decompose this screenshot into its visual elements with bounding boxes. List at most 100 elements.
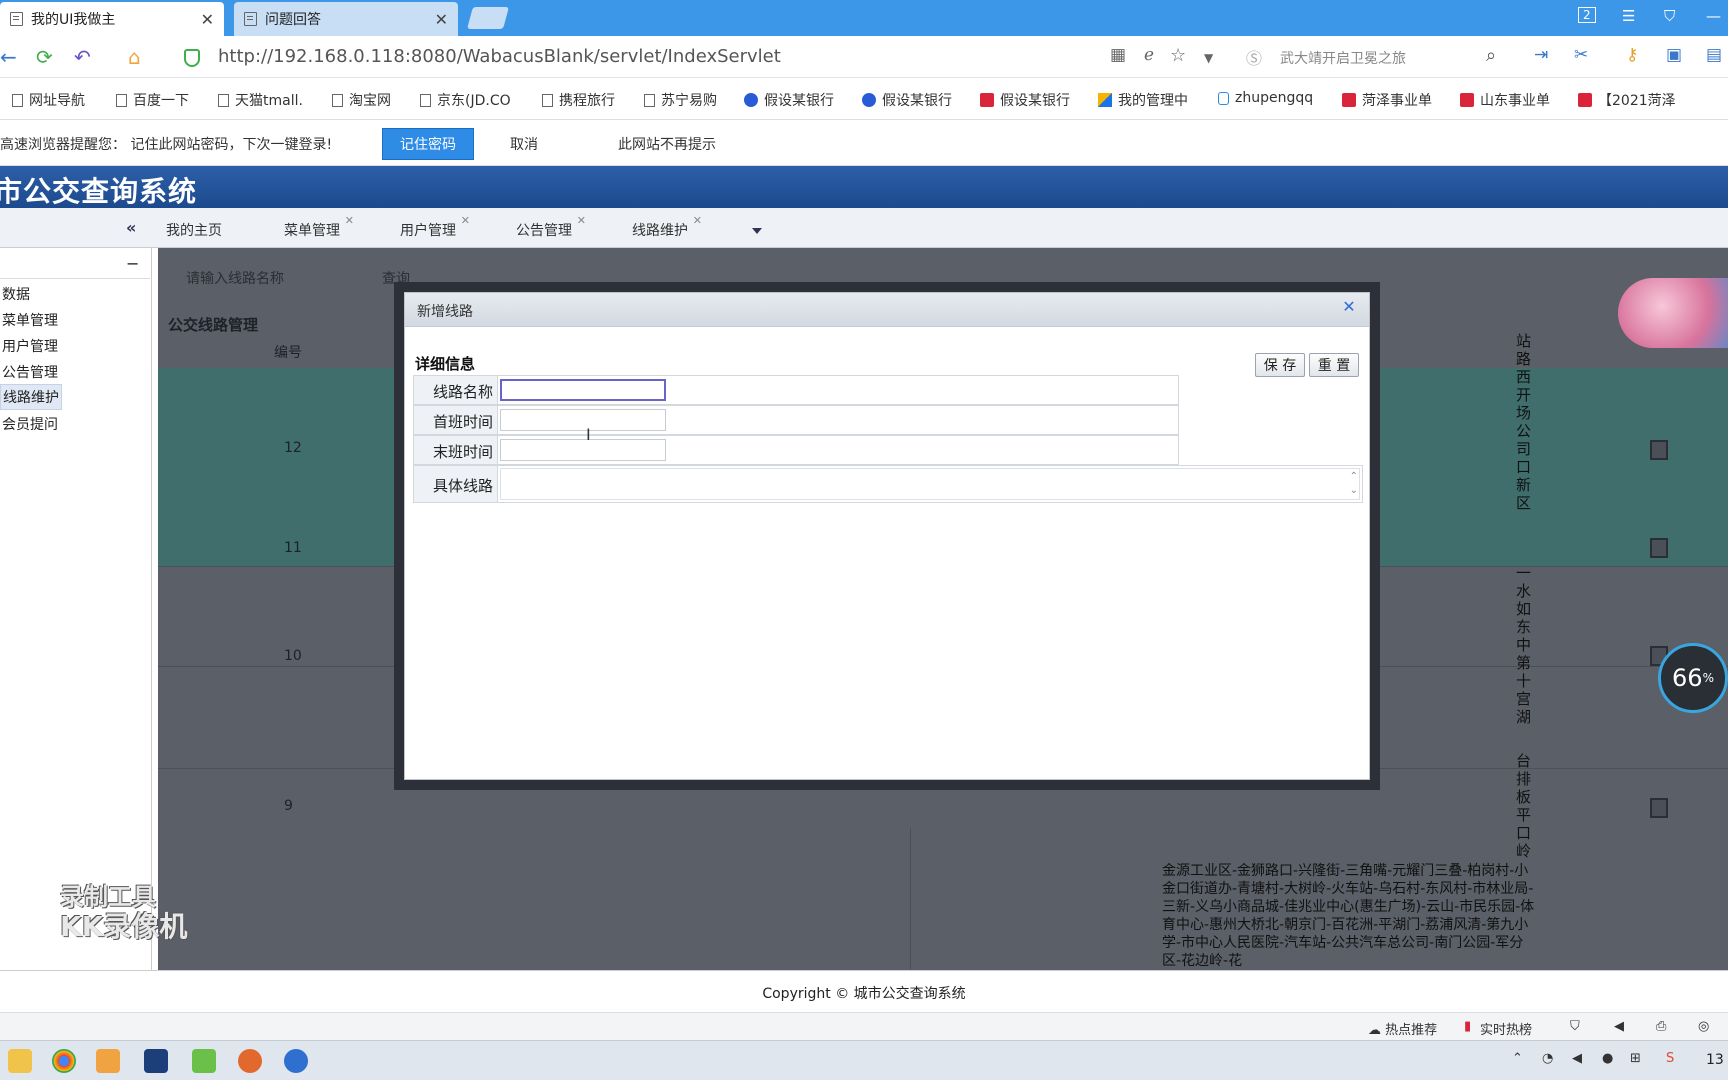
route-name-input[interactable] bbox=[500, 379, 666, 401]
speaker-icon[interactable]: ◀ bbox=[1572, 1051, 1582, 1066]
cancel-password-button[interactable]: 取消 bbox=[510, 134, 538, 154]
edit-icon[interactable] bbox=[1650, 440, 1668, 460]
hot-recommend-link[interactable]: ☁ 热点推荐 bbox=[1368, 1019, 1437, 1038]
ime-icon[interactable]: ⊞ bbox=[1630, 1051, 1641, 1066]
clock[interactable]: 13 bbox=[1706, 1052, 1724, 1068]
tab-home[interactable]: 我的主页 bbox=[166, 220, 222, 240]
sidebar-item-users[interactable]: 用户管理 bbox=[0, 334, 60, 358]
bookmark-item[interactable]: zhupengqq bbox=[1218, 90, 1313, 106]
close-tab-icon[interactable]: ✕ bbox=[345, 214, 354, 227]
os-taskbar: ⌃ ◔ ◀ ● ⊞ S 13 bbox=[0, 1040, 1728, 1080]
tab-count-badge[interactable]: 2 bbox=[1578, 7, 1596, 23]
reset-button[interactable]: 重 置 bbox=[1309, 353, 1359, 377]
extensions-icon[interactable]: ▤ bbox=[1706, 45, 1722, 65]
qr-icon[interactable]: ▦ bbox=[1110, 45, 1126, 65]
download-icon[interactable]: ⎙ bbox=[1656, 1019, 1666, 1034]
column-header-id: 编号 bbox=[274, 345, 302, 361]
bookmark-item[interactable]: 京东(JD.CO bbox=[420, 90, 511, 110]
close-tab-icon[interactable]: ✕ bbox=[435, 10, 448, 29]
mascot-image[interactable] bbox=[1618, 278, 1728, 348]
speaker-icon[interactable]: ◀ bbox=[1614, 1019, 1624, 1034]
browser-icon[interactable] bbox=[284, 1049, 308, 1073]
sidebar-item-menu[interactable]: 菜单管理 bbox=[0, 308, 60, 332]
search-input[interactable]: 武大靖开启卫冕之旅 bbox=[1280, 48, 1406, 68]
last-bus-time-input[interactable] bbox=[500, 439, 666, 461]
scissors-icon[interactable]: ✂ bbox=[1574, 45, 1588, 65]
edit-icon[interactable] bbox=[1650, 538, 1668, 558]
bookmark-item[interactable]: 携程旅行 bbox=[542, 90, 615, 110]
tab-menu-manage[interactable]: 菜单管理 ✕ bbox=[284, 214, 354, 240]
close-tab-icon[interactable]: ✕ bbox=[693, 214, 702, 227]
sidebar-item-route[interactable]: 线路维护 bbox=[0, 384, 62, 410]
refresh-icon[interactable]: ⟳ bbox=[36, 45, 53, 69]
save-button[interactable]: 保 存 bbox=[1255, 353, 1305, 377]
browser-tabbar: 我的UI我做主 ✕ 问题回答 ✕ 2 ☰ ⛉ — bbox=[0, 0, 1728, 36]
sidebar-item-questions[interactable]: 会员提问 bbox=[0, 412, 60, 436]
chevron-down-icon[interactable] bbox=[752, 228, 762, 234]
sidebar-item-notice[interactable]: 公告管理 bbox=[0, 360, 60, 384]
browser-tab-inactive[interactable]: 问题回答 ✕ bbox=[234, 2, 458, 36]
never-prompt-button[interactable]: 此网站不再提示 bbox=[618, 134, 716, 154]
bookmark-item[interactable]: 天猫tmall. bbox=[218, 90, 303, 110]
star-icon[interactable]: ☆ bbox=[1170, 45, 1186, 66]
realtime-hot-link[interactable]: 实时热榜 bbox=[1480, 1019, 1532, 1038]
edit-icon[interactable] bbox=[1650, 798, 1668, 818]
route-detail-textarea[interactable] bbox=[500, 468, 1360, 500]
performance-ring[interactable]: 66% bbox=[1658, 643, 1728, 713]
home-icon[interactable]: ⌂ bbox=[128, 45, 141, 69]
bookmark-item[interactable]: 菏泽事业单 bbox=[1342, 90, 1432, 110]
skin-icon[interactable]: ⛉ bbox=[1664, 7, 1675, 25]
minimize-icon[interactable]: — bbox=[1706, 7, 1721, 25]
zoom-icon[interactable]: ◎ bbox=[1698, 1019, 1709, 1034]
close-tab-icon[interactable]: ✕ bbox=[577, 214, 586, 227]
eclipse-icon[interactable] bbox=[144, 1049, 168, 1073]
remember-password-button[interactable]: 记住密码 bbox=[382, 128, 474, 160]
route-search-input[interactable]: 请输入线路名称 bbox=[186, 268, 284, 288]
compat-icon[interactable]: ℯ bbox=[1144, 45, 1154, 65]
bookmark-item[interactable]: 淘宝网 bbox=[332, 90, 391, 110]
shield-icon[interactable]: ⛉ bbox=[1570, 1019, 1580, 1034]
search-engine-icon[interactable]: Ⓢ bbox=[1246, 45, 1262, 69]
chevron-up-icon[interactable]: ⌃ bbox=[1512, 1051, 1523, 1066]
wifi-icon[interactable]: ◔ bbox=[1542, 1051, 1553, 1066]
scrollbar[interactable]: ⌃ ⌄ bbox=[1350, 470, 1358, 498]
close-tab-icon[interactable]: ✕ bbox=[201, 10, 214, 29]
bookmark-item[interactable]: 假设某银行 bbox=[862, 90, 952, 110]
bookmark-item[interactable]: 山东事业单 bbox=[1460, 90, 1550, 110]
user-icon[interactable]: ● bbox=[1602, 1051, 1613, 1066]
close-icon[interactable]: ✕ bbox=[1341, 299, 1357, 315]
new-tab-button[interactable] bbox=[467, 7, 509, 29]
bookmark-item[interactable]: 假设某银行 bbox=[980, 90, 1070, 110]
app-icon[interactable] bbox=[238, 1049, 262, 1073]
sogou-icon[interactable]: S bbox=[1666, 1051, 1674, 1066]
bookmark-item[interactable]: 【2021菏泽 bbox=[1578, 90, 1676, 110]
tab-user-manage[interactable]: 用户管理 ✕ bbox=[400, 214, 470, 240]
app-icon[interactable] bbox=[96, 1049, 120, 1073]
close-tab-icon[interactable]: ✕ bbox=[461, 214, 470, 227]
minus-icon[interactable]: − bbox=[126, 254, 139, 273]
bookmark-item[interactable]: 百度一下 bbox=[116, 90, 189, 110]
tab-notice-manage[interactable]: 公告管理 ✕ bbox=[516, 214, 586, 240]
chevron-down-icon[interactable]: ▼ bbox=[1204, 51, 1213, 65]
menu-icon[interactable]: ☰ bbox=[1622, 7, 1635, 25]
bookmark-item[interactable]: 网址导航 bbox=[12, 90, 85, 110]
translate-icon[interactable]: ▣ bbox=[1666, 45, 1682, 65]
address-bar[interactable]: http://192.168.0.118:8080/WabacusBlank/s… bbox=[218, 46, 781, 67]
bookmark-item[interactable]: 苏宁易购 bbox=[644, 90, 717, 110]
collapse-sidebar-icon[interactable]: « bbox=[126, 218, 136, 237]
first-bus-time-input[interactable] bbox=[500, 409, 666, 431]
app-icon[interactable] bbox=[192, 1049, 216, 1073]
key-icon[interactable]: ⚷ bbox=[1626, 45, 1638, 65]
bookmark-item[interactable]: 假设某银行 bbox=[744, 90, 834, 110]
search-icon[interactable]: ⌕ bbox=[1486, 45, 1496, 66]
folder-icon[interactable] bbox=[8, 1049, 32, 1073]
browser-tab-active[interactable]: 我的UI我做主 ✕ bbox=[0, 2, 224, 36]
undo-icon[interactable]: ↶ bbox=[74, 45, 91, 69]
login-icon[interactable]: ⇥ bbox=[1534, 45, 1548, 65]
tab-route-maintain[interactable]: 线路维护 ✕ bbox=[632, 214, 702, 240]
chrome-icon[interactable] bbox=[52, 1049, 76, 1073]
sidebar-item-data[interactable]: 数据 bbox=[0, 282, 32, 306]
bookmark-item[interactable]: 我的管理中 bbox=[1098, 90, 1188, 110]
back-icon[interactable]: ← bbox=[0, 45, 17, 69]
password-prompt-message: 高速浏览器提醒您： 记住此网站密码，下次一键登录! bbox=[0, 137, 333, 153]
